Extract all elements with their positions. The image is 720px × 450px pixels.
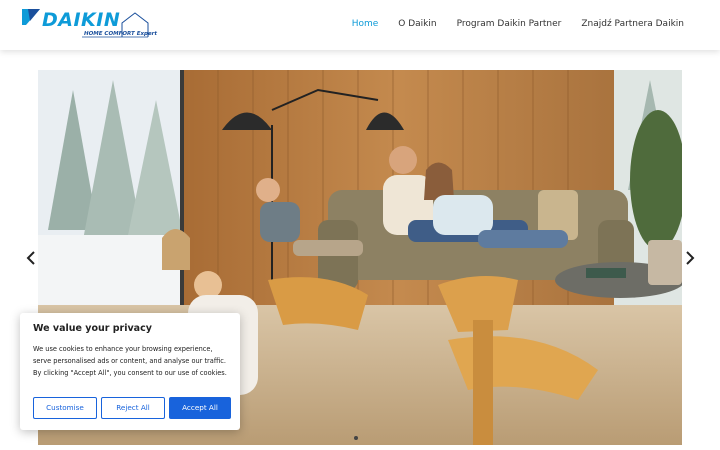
accept-all-button[interactable]: Accept All	[169, 397, 231, 419]
slider-dot[interactable]	[354, 436, 358, 440]
reject-all-button[interactable]: Reject All	[101, 397, 165, 419]
cookie-consent-banner: We value your privacy We use cookies to …	[20, 313, 240, 430]
brand-tagline: HOME COMFORT Expert	[84, 31, 158, 37]
nav-item-home[interactable]: Home	[352, 17, 379, 31]
cookie-buttons: Customise Reject All Accept All	[33, 397, 231, 419]
cookie-description: We use cookies to enhance your browsing …	[33, 345, 227, 377]
chevron-left-icon	[26, 251, 35, 265]
slider-prev-button[interactable]	[24, 250, 38, 266]
nav-item-o-daikin[interactable]: O Daikin	[398, 17, 436, 31]
site-header: DAIKIN HOME COMFORT Expert Home O Daikin…	[0, 0, 720, 50]
cookie-title: We value your privacy	[33, 323, 152, 334]
daikin-logo[interactable]: DAIKIN HOME COMFORT Expert	[22, 9, 157, 41]
slider-next-button[interactable]	[683, 250, 697, 266]
nav-item-program-partner[interactable]: Program Daikin Partner	[457, 17, 562, 31]
main-nav: Home O Daikin Program Daikin Partner Zna…	[332, 17, 684, 31]
customise-button[interactable]: Customise	[33, 397, 97, 419]
brand-name: DAIKIN	[42, 9, 121, 31]
chevron-right-icon	[686, 251, 695, 265]
nav-item-znajdz-partnera[interactable]: Znajdź Partnera Daikin	[581, 17, 684, 31]
